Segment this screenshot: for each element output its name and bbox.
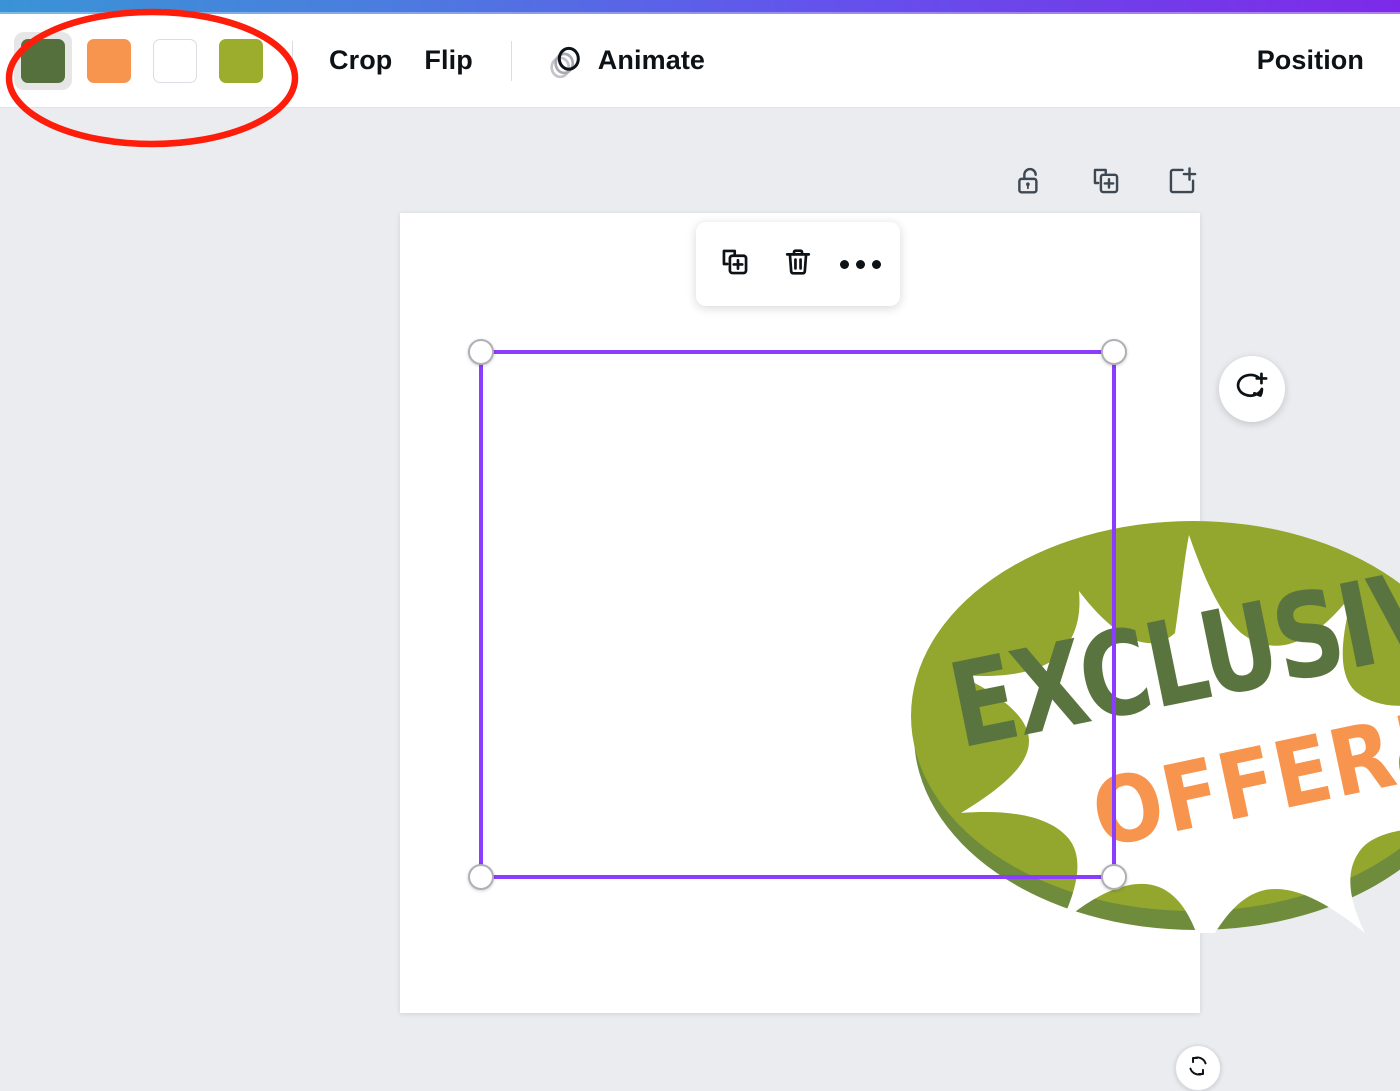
color-swatch-yellow-green[interactable] bbox=[212, 32, 270, 90]
editor-workspace: EXCLUSIVE OFFER! bbox=[0, 109, 1400, 1091]
duplicate-element-button[interactable] bbox=[709, 238, 761, 290]
swatch-chip bbox=[21, 38, 65, 83]
crop-button[interactable]: Crop bbox=[313, 35, 408, 87]
trash-icon bbox=[781, 245, 815, 284]
ellipsis-icon bbox=[840, 259, 882, 269]
animate-button[interactable]: Animate bbox=[530, 35, 721, 87]
color-swatch-white[interactable] bbox=[146, 32, 204, 90]
swatch-chip bbox=[219, 38, 263, 83]
duplicate-icon bbox=[718, 245, 752, 284]
rotate-icon bbox=[1185, 1053, 1211, 1084]
swatch-chip bbox=[153, 38, 197, 83]
duplicate-page-button[interactable] bbox=[1086, 161, 1126, 201]
toolbar-divider-2 bbox=[510, 40, 512, 81]
resize-handle-top-right[interactable] bbox=[1101, 339, 1127, 365]
more-options-button[interactable] bbox=[835, 238, 887, 290]
animate-label: Animate bbox=[597, 45, 706, 75]
lock-toggle-button[interactable] bbox=[1010, 161, 1050, 201]
page-tools bbox=[1010, 161, 1202, 201]
color-swatch-orange[interactable] bbox=[80, 32, 138, 90]
add-page-icon bbox=[1165, 164, 1199, 198]
crop-label: Crop bbox=[329, 45, 393, 75]
flip-label: Flip bbox=[424, 45, 473, 75]
element-context-toolbar bbox=[696, 222, 900, 306]
resize-handle-bottom-left[interactable] bbox=[468, 864, 494, 890]
resize-handle-top-left[interactable] bbox=[468, 339, 494, 365]
animate-icon bbox=[546, 42, 584, 80]
unlock-icon bbox=[1013, 164, 1047, 198]
flip-button[interactable]: Flip bbox=[408, 35, 488, 87]
app-gradient-bar bbox=[0, 0, 1400, 12]
position-label: Position bbox=[1256, 45, 1364, 75]
duplicate-page-icon bbox=[1089, 164, 1123, 198]
rotate-handle[interactable] bbox=[1175, 1045, 1221, 1091]
element-properties-toolbar: Crop Flip Animate Position bbox=[0, 14, 1400, 108]
design-canvas-page[interactable]: EXCLUSIVE OFFER! bbox=[400, 213, 1400, 1091]
delete-element-button[interactable] bbox=[772, 238, 824, 290]
color-swatch-dark-olive-green[interactable] bbox=[14, 31, 72, 90]
position-button[interactable]: Position bbox=[1241, 35, 1380, 87]
swatch-chip bbox=[87, 38, 131, 83]
add-page-button[interactable] bbox=[1162, 161, 1202, 201]
exclusive-offer-graphic[interactable]: EXCLUSIVE OFFER! bbox=[903, 513, 1400, 933]
comment-plus-icon bbox=[1234, 369, 1270, 410]
toolbar-divider-1 bbox=[292, 40, 293, 81]
resize-handle-bottom-right[interactable] bbox=[1101, 864, 1127, 890]
add-comment-button[interactable] bbox=[1219, 356, 1285, 422]
color-swatch-group bbox=[14, 31, 270, 90]
